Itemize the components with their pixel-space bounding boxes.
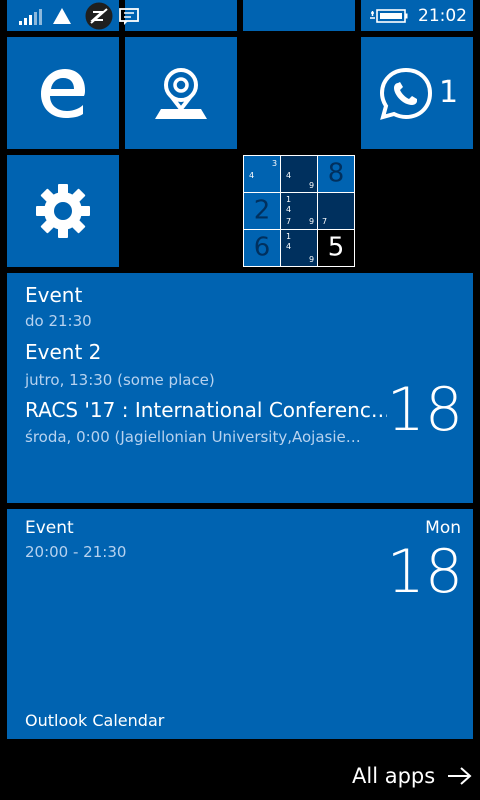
sudoku-note: 7 bbox=[286, 217, 292, 226]
sudoku-note: 7 bbox=[322, 217, 328, 226]
sudoku-cell: 5 bbox=[318, 230, 354, 266]
battery-charging-icon bbox=[369, 0, 409, 32]
sudoku-cell: 6 bbox=[244, 230, 280, 266]
settings-tile[interactable] bbox=[7, 155, 119, 267]
sudoku-cell: 8 bbox=[318, 156, 354, 192]
event-title: Event bbox=[25, 518, 74, 538]
sudoku-cell: 1 4 7 9 bbox=[281, 193, 317, 229]
sudoku-cell: 7 bbox=[318, 193, 354, 229]
calendar-tile[interactable]: Event do 21:30 Event 2 jutro, 13:30 (som… bbox=[7, 273, 473, 503]
all-apps-link[interactable]: All apps bbox=[352, 764, 473, 788]
event-title: Event 2 bbox=[25, 340, 102, 364]
edge-icon bbox=[7, 37, 119, 149]
quiet-hours-icon bbox=[84, 0, 114, 32]
sudoku-note: 4 bbox=[286, 242, 292, 251]
sudoku-cell: 4 9 bbox=[281, 156, 317, 192]
signal-icon bbox=[18, 0, 42, 32]
sudoku-note: 4 bbox=[286, 171, 292, 180]
arrow-right-icon bbox=[447, 766, 473, 786]
status-bar: 21:02 bbox=[0, 0, 480, 32]
gear-icon bbox=[7, 155, 119, 267]
sudoku-cell: 2 bbox=[244, 193, 280, 229]
outlook-calendar-tile[interactable]: Event 20:00 - 21:30 Mon 18 Outlook Calen… bbox=[7, 509, 473, 739]
sudoku-note: 9 bbox=[309, 255, 315, 264]
whatsapp-badge: 1 bbox=[439, 75, 459, 110]
sudoku-cell: 4 3 bbox=[244, 156, 280, 192]
sudoku-digit: 8 bbox=[327, 158, 345, 189]
map-pin-icon bbox=[125, 37, 237, 149]
app-name: Outlook Calendar bbox=[25, 711, 165, 730]
edge-tile[interactable] bbox=[7, 37, 119, 149]
day-number: 18 bbox=[386, 375, 463, 445]
maps-tile[interactable] bbox=[125, 37, 237, 149]
sudoku-note: 1 bbox=[286, 232, 292, 241]
event-title: Event bbox=[25, 283, 83, 307]
weekday: Mon bbox=[425, 518, 461, 538]
sudoku-note: 3 bbox=[272, 159, 278, 168]
sudoku-note: 1 bbox=[286, 195, 292, 204]
sudoku-note: 9 bbox=[309, 181, 315, 190]
event-detail: jutro, 13:30 (some place) bbox=[25, 371, 215, 389]
sudoku-digit: 5 bbox=[327, 232, 345, 263]
sudoku-note: 4 bbox=[249, 171, 255, 180]
sudoku-grid: 4 3 4 9 8 2 1 4 7 9 7 6 1 4 9 5 bbox=[244, 156, 354, 266]
event-detail: środa, 0:00 (Jagiellonian University,Aoj… bbox=[25, 428, 361, 446]
sudoku-note: 9 bbox=[309, 217, 315, 226]
sudoku-digit: 6 bbox=[253, 232, 271, 263]
all-apps-label: All apps bbox=[352, 764, 436, 788]
sudoku-note: 4 bbox=[286, 205, 292, 214]
day-number: 18 bbox=[386, 537, 463, 607]
event-detail: do 21:30 bbox=[25, 312, 92, 330]
message-icon bbox=[118, 0, 140, 32]
sudoku-cell: 1 4 9 bbox=[281, 230, 317, 266]
event-time: 20:00 - 21:30 bbox=[25, 543, 127, 561]
sudoku-tile[interactable]: 4 3 4 9 8 2 1 4 7 9 7 6 1 4 9 5 bbox=[243, 155, 355, 267]
sudoku-digit: 2 bbox=[253, 195, 271, 226]
clock: 21:02 bbox=[418, 6, 467, 26]
whatsapp-tile[interactable]: 1 bbox=[361, 37, 473, 149]
whatsapp-icon bbox=[375, 65, 437, 123]
wifi-icon bbox=[52, 0, 72, 32]
event-title: RACS '17 : International Conferenc… bbox=[25, 398, 387, 422]
